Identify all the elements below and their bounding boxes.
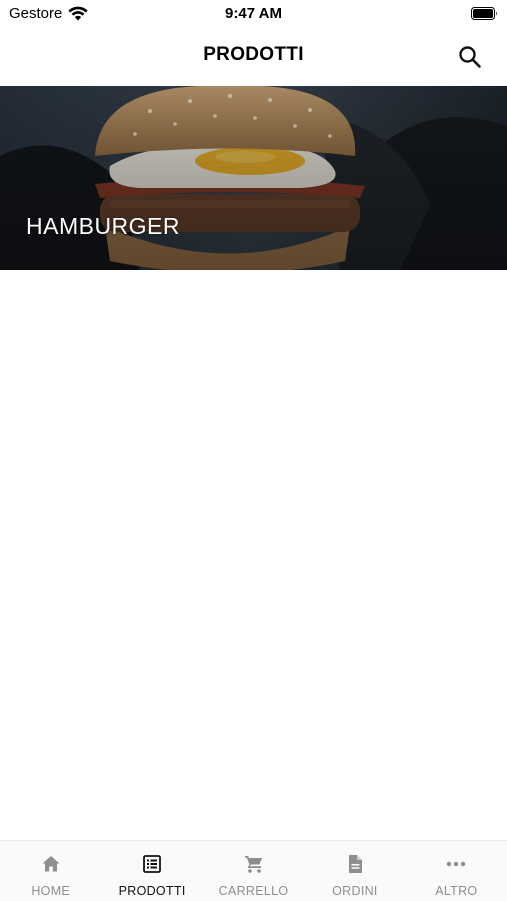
tab-label-carrello: CARRELLO: [218, 884, 289, 898]
tab-home[interactable]: HOME: [0, 841, 101, 901]
category-card-hamburger[interactable]: HAMBURGER: [0, 86, 507, 270]
app-header: PRODOTTI: [0, 28, 507, 86]
hamburger-photo: [0, 86, 507, 270]
search-icon: [459, 46, 481, 68]
tab-label-ordini: ORDINI: [332, 884, 378, 898]
tab-bar: HOME PRODOTTI CARRELLO ORDINI ALTRO: [0, 840, 507, 901]
battery-icon: [471, 7, 497, 20]
category-label: HAMBURGER: [26, 213, 181, 239]
status-bar: Gestore 9:47 AM: [0, 0, 507, 28]
tab-altro[interactable]: ALTRO: [406, 841, 507, 901]
tab-prodotti[interactable]: PRODOTTI: [101, 841, 202, 901]
document-icon: [348, 855, 362, 873]
home-icon: [42, 856, 60, 872]
tab-ordini[interactable]: ORDINI: [304, 841, 405, 901]
search-button[interactable]: [457, 44, 483, 70]
cart-icon: [244, 856, 262, 873]
status-time: 9:47 AM: [225, 5, 282, 22]
list-icon: [143, 855, 162, 873]
page-title: PRODOTTI: [203, 44, 304, 65]
more-icon: [447, 861, 466, 867]
tab-label-altro: ALTRO: [435, 884, 478, 898]
tab-label-home: HOME: [31, 884, 71, 898]
tab-label-prodotti: PRODOTTI: [118, 884, 186, 898]
tab-carrello[interactable]: CARRELLO: [203, 841, 304, 901]
